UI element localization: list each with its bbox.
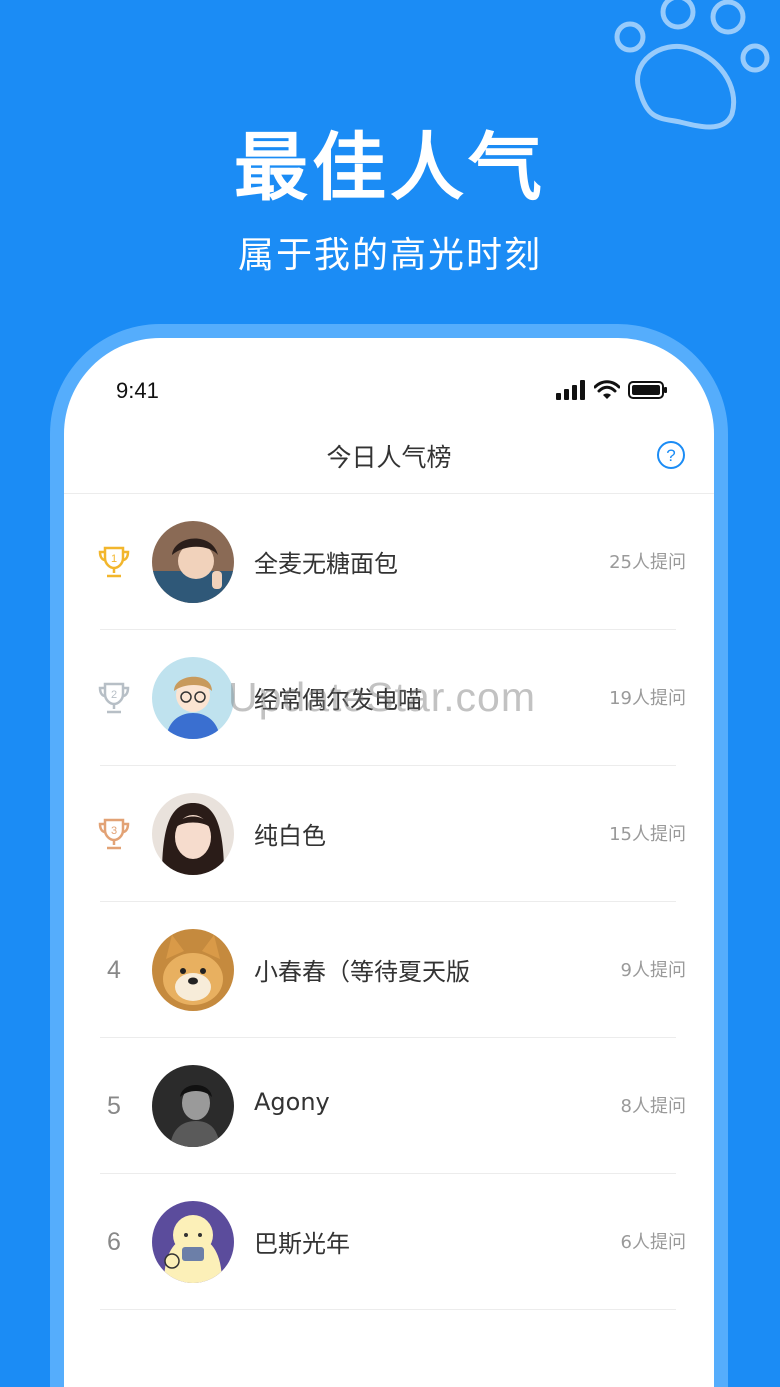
question-count: 8人提问 — [620, 1096, 686, 1117]
avatar[interactable] — [152, 521, 234, 603]
avatar[interactable] — [152, 1065, 234, 1147]
phone-screen: 9:41 今日人气榜 ? 1 全麦无糖面包 25人提问 2 经常偶尔发电喵 19… — [64, 338, 714, 1387]
user-name: 纯白色 — [254, 822, 326, 850]
svg-text:3: 3 — [111, 825, 117, 837]
user-name: 巴斯光年 — [254, 1230, 350, 1258]
question-count: 9人提问 — [620, 960, 686, 981]
svg-text:1: 1 — [111, 553, 117, 565]
question-count: 15人提问 — [609, 824, 686, 845]
avatar[interactable] — [152, 657, 234, 739]
svg-text:2: 2 — [111, 689, 117, 701]
ranking-row[interactable]: 4 小春春（等待夏天版 9人提问 — [64, 902, 714, 1038]
bronze-trophy-icon: 3 — [94, 814, 134, 854]
avatar[interactable] — [152, 929, 234, 1011]
avatar[interactable] — [152, 793, 234, 875]
wifi-icon — [594, 380, 620, 399]
battery-icon — [628, 381, 667, 399]
ranking-row[interactable]: 6 巴斯光年 6人提问 — [64, 1174, 714, 1310]
status-icons — [556, 380, 668, 400]
gold-trophy-icon: 1 — [94, 542, 134, 582]
ranking-row[interactable]: 5 Agony 8人提问 — [64, 1038, 714, 1174]
avatar[interactable] — [152, 1201, 234, 1283]
user-name: 小春春（等待夏天版 — [254, 958, 470, 986]
rank-number: 6 — [107, 1227, 121, 1256]
nav-bar: 今日人气榜 ? — [64, 428, 714, 494]
ranking-row[interactable]: 1 全麦无糖面包 25人提问 — [64, 494, 714, 630]
divider — [100, 1309, 676, 1310]
ranking-list: 1 全麦无糖面包 25人提问 2 经常偶尔发电喵 19人提问 3 纯白色 15人… — [64, 494, 714, 1310]
silver-trophy-icon: 2 — [94, 678, 134, 718]
svg-text:?: ? — [666, 446, 675, 465]
signal-icon — [556, 380, 585, 400]
rank-number: 4 — [107, 955, 121, 984]
help-circle-icon[interactable]: ? — [656, 440, 686, 470]
question-count: 6人提问 — [620, 1232, 686, 1253]
status-bar: 9:41 — [64, 338, 714, 438]
user-name: 全麦无糖面包 — [254, 550, 398, 578]
page-title: 今日人气榜 — [326, 443, 452, 472]
question-count: 25人提问 — [609, 552, 686, 573]
rank-badge: 5 — [94, 1086, 134, 1126]
rank-number: 5 — [107, 1091, 121, 1120]
status-time: 9:41 — [116, 378, 159, 403]
question-count: 19人提问 — [609, 688, 686, 709]
hero-subtitle: 属于我的高光时刻 — [237, 235, 542, 276]
user-name: Agony — [254, 1088, 330, 1116]
rank-badge: 4 — [94, 950, 134, 990]
ranking-row[interactable]: 3 纯白色 15人提问 — [64, 766, 714, 902]
hero-title: 最佳人气 — [234, 125, 546, 211]
watermark: UpdateStar.com — [228, 674, 536, 720]
rank-badge: 6 — [94, 1222, 134, 1262]
